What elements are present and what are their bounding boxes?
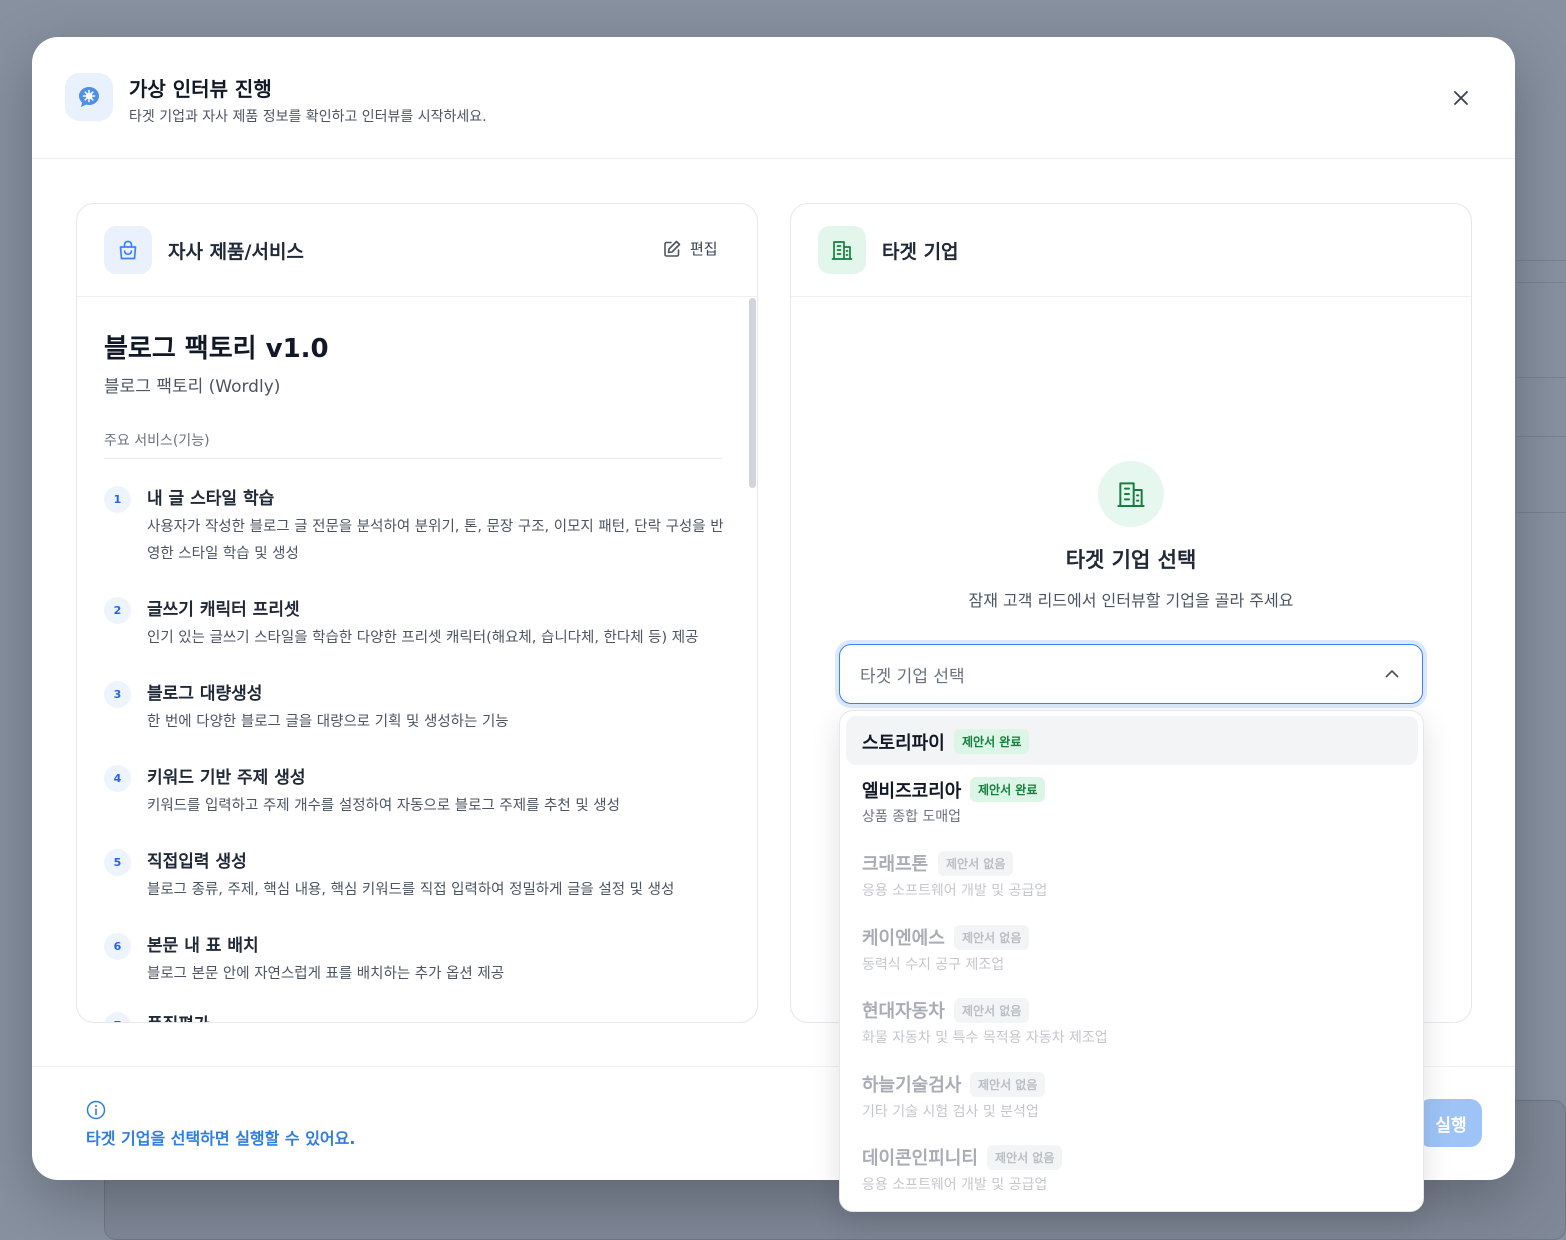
feature-number: 5 <box>104 849 131 876</box>
info-icon <box>86 1100 106 1120</box>
product-panel: 자사 제품/서비스 편집 블로그 팩토리 v1.0 블로그 팩토리 (Wordl… <box>76 203 758 1023</box>
edit-label: 편집 <box>690 240 718 258</box>
footer-hint: 타겟 기업을 선택하면 실행할 수 있어요. <box>86 1129 356 1148</box>
status-badge: 제안서 완료 <box>954 729 1030 754</box>
close-icon <box>1454 91 1468 105</box>
modal-title: 가상 인터뷰 진행 <box>129 77 272 101</box>
dropdown-option[interactable]: 케이엔에스 제안서 없음 동력식 수지 공구 제조업 <box>846 916 1418 980</box>
chevron-up-icon <box>1385 670 1399 678</box>
dropdown-option[interactable]: 하늘기술검사 제안서 없음 기타 기술 시험 검사 및 분석업 <box>846 1063 1418 1127</box>
option-description: 화물 자동차 및 특수 목적용 자동차 제조업 <box>862 1030 1108 1046</box>
feature-number: 1 <box>104 486 131 513</box>
status-badge: 제안서 없음 <box>954 998 1030 1023</box>
option-name: 크래프톤 <box>862 854 929 875</box>
status-badge: 제안서 완료 <box>970 777 1046 802</box>
run-label: 실행 <box>1435 1115 1467 1136</box>
option-description: 응용 소프트웨어 개발 및 공급업 <box>862 883 1048 899</box>
product-panel-header: 자사 제품/서비스 편집 <box>77 204 757 297</box>
chat-bubble-icon <box>65 73 113 121</box>
feature-description: 인기 있는 글쓰기 스타일을 학습한 다양한 프리셋 캐릭터(해요체, 습니다체… <box>147 630 699 646</box>
modal-header: 가상 인터뷰 진행 타겟 기업과 자사 제품 정보를 확인하고 인터뷰를 시작하… <box>32 37 1515 159</box>
feature-description: 키워드를 입력하고 주제 개수를 설정하여 자동으로 블로그 주제를 추천 및 … <box>147 798 620 814</box>
features-label: 주요 서비스(기능) <box>104 433 210 449</box>
feature-description: 블로그 종류, 주제, 핵심 내용, 핵심 키워드를 직접 입력하여 정밀하게 … <box>147 882 675 898</box>
status-badge: 제안서 없음 <box>954 925 1030 950</box>
edit-button[interactable]: 편집 <box>662 238 718 259</box>
feature-number: 7 <box>104 1012 131 1022</box>
feature-description: 사용자가 작성한 블로그 글 전문을 분석하여 분위기, 톤, 문장 구조, 이… <box>147 519 724 562</box>
feature-number: 3 <box>104 681 131 708</box>
option-name: 스토리파이 <box>862 733 945 754</box>
building-icon <box>818 226 866 274</box>
status-badge: 제안서 없음 <box>987 1145 1063 1170</box>
target-panel-header: 타겟 기업 <box>791 204 1471 297</box>
target-panel-title: 타겟 기업 <box>882 241 959 263</box>
feature-title: 글쓰기 캐릭터 프리셋 <box>147 600 300 620</box>
dropdown-option[interactable]: 데이콘인피니티 제안서 없음 응용 소프트웨어 개발 및 공급업 <box>846 1136 1418 1200</box>
target-company-select[interactable]: 타겟 기업 선택 <box>839 644 1423 704</box>
option-description: 응용 소프트웨어 개발 및 공급업 <box>862 1177 1048 1193</box>
option-description: 기타 기술 시험 검사 및 분석업 <box>862 1104 1039 1120</box>
feature-title: 키워드 기반 주제 생성 <box>147 768 306 788</box>
product-name: 블로그 팩토리 v1.0 <box>104 334 329 364</box>
product-subtitle: 블로그 팩토리 (Wordly) <box>104 377 281 397</box>
background-divider <box>1516 260 1566 261</box>
shopping-bag-icon <box>104 226 152 274</box>
divider <box>104 458 722 459</box>
option-name: 현대자동차 <box>862 1001 945 1022</box>
option-description: 상품 종합 도매업 <box>862 809 962 825</box>
product-panel-title: 자사 제품/서비스 <box>168 241 304 263</box>
building-icon <box>1098 461 1164 527</box>
option-description: 동력식 수지 공구 제조업 <box>862 957 1005 973</box>
background-divider <box>1516 377 1566 378</box>
feature-description: 한 번에 다양한 블로그 글을 대량으로 기획 및 생성하는 기능 <box>147 714 509 730</box>
product-details[interactable]: 블로그 팩토리 v1.0 블로그 팩토리 (Wordly) 주요 서비스(기능)… <box>77 298 757 1022</box>
feature-number: 4 <box>104 765 131 792</box>
status-badge: 제안서 없음 <box>970 1072 1046 1097</box>
option-name: 케이엔에스 <box>862 928 945 949</box>
feature-title: 직접입력 생성 <box>147 852 247 872</box>
modal-subtitle: 타겟 기업과 자사 제품 정보를 확인하고 인터뷰를 시작하세요. <box>129 109 487 125</box>
background-divider <box>1516 436 1566 437</box>
background-divider <box>1516 512 1566 513</box>
dropdown-option[interactable]: 스토리파이 제안서 완료 <box>846 716 1418 765</box>
dropdown-option[interactable]: 현대자동차 제안서 없음 화물 자동차 및 특수 목적용 자동차 제조업 <box>846 989 1418 1053</box>
edit-icon <box>664 240 681 257</box>
dropdown-option[interactable]: 크래프톤 제안서 없음 응용 소프트웨어 개발 및 공급업 <box>846 842 1418 906</box>
option-name: 엘비즈코리아 <box>862 781 962 802</box>
empty-state-title: 타겟 기업 선택 <box>1065 548 1197 572</box>
dropdown-option[interactable]: 엘비즈코리아 제안서 완료 상품 종합 도매업 <box>846 769 1418 833</box>
run-button[interactable]: 실행 <box>1420 1099 1482 1147</box>
select-placeholder: 타겟 기업 선택 <box>860 666 965 687</box>
scrollbar-thumb[interactable] <box>749 298 756 488</box>
feature-number: 6 <box>104 933 131 960</box>
close-button[interactable] <box>1449 86 1473 110</box>
empty-state-subtitle: 잠재 고객 리드에서 인터뷰할 기업을 골라 주세요 <box>968 591 1294 610</box>
background-divider <box>1516 282 1566 283</box>
feature-title: 내 글 스타일 학습 <box>147 489 275 509</box>
status-badge: 제안서 없음 <box>938 851 1014 876</box>
feature-title: 품질평가 <box>147 1010 210 1022</box>
option-name: 하늘기술검사 <box>862 1075 962 1096</box>
company-dropdown: 스토리파이 제안서 완료 엘비즈코리아 제안서 완료 상품 종합 도매업 크래프… <box>839 710 1424 1212</box>
option-name: 데이콘인피니티 <box>862 1148 978 1169</box>
feature-title: 본문 내 표 배치 <box>147 936 259 956</box>
feature-description: 블로그 본문 안에 자연스럽게 표를 배치하는 추가 옵션 제공 <box>147 966 505 982</box>
feature-title: 블로그 대량생성 <box>147 684 263 704</box>
feature-number: 2 <box>104 597 131 624</box>
